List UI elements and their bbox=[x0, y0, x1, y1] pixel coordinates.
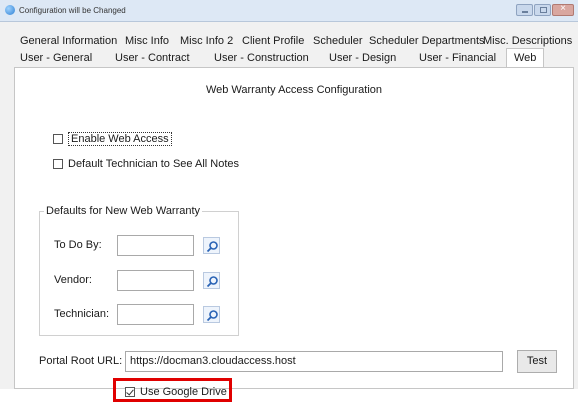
default-technician-box[interactable] bbox=[53, 159, 63, 169]
tab-row-1: General Information Misc Info Misc Info … bbox=[0, 33, 578, 50]
to-do-by-label: To Do By: bbox=[54, 239, 102, 251]
dialog-body: General Information Misc Info Misc Info … bbox=[0, 22, 578, 402]
defaults-group: Defaults for New Web Warranty To Do By: … bbox=[39, 205, 239, 336]
to-do-by-lookup-button[interactable] bbox=[203, 237, 220, 254]
maximize-button[interactable] bbox=[534, 4, 551, 16]
highlight-annotation bbox=[113, 378, 232, 402]
test-button[interactable]: Test bbox=[517, 350, 557, 373]
vendor-lookup-button[interactable] bbox=[203, 272, 220, 289]
window-controls: × bbox=[516, 3, 574, 16]
tab-scheduler-departments[interactable]: Scheduler Departments bbox=[369, 33, 485, 50]
web-tab-panel: Web Warranty Access Configuration Enable… bbox=[14, 67, 574, 402]
maximize-icon bbox=[540, 7, 547, 13]
magnifier-icon bbox=[206, 310, 218, 322]
magnifier-icon bbox=[206, 276, 218, 288]
tab-client-profile[interactable]: Client Profile bbox=[242, 33, 304, 50]
to-do-by-field[interactable] bbox=[117, 235, 194, 256]
enable-web-access-box[interactable] bbox=[53, 134, 63, 144]
technician-field[interactable] bbox=[117, 304, 194, 325]
magnifier-icon bbox=[206, 241, 218, 253]
portal-root-url-label: Portal Root URL: bbox=[39, 355, 123, 367]
app-icon bbox=[5, 5, 15, 15]
close-button[interactable]: × bbox=[552, 3, 574, 16]
tab-scheduler[interactable]: Scheduler bbox=[313, 33, 363, 50]
technician-lookup-button[interactable] bbox=[203, 306, 220, 323]
tab-web[interactable]: Web bbox=[506, 48, 545, 68]
tab-user-contract[interactable]: User - Contract bbox=[115, 50, 190, 67]
minimize-icon bbox=[522, 11, 528, 13]
vendor-field[interactable] bbox=[117, 270, 194, 291]
tab-misc-info-2[interactable]: Misc Info 2 bbox=[180, 33, 233, 50]
vendor-label: Vendor: bbox=[54, 274, 92, 286]
portal-root-url-field[interactable]: https://docman3.cloudaccess.host bbox=[125, 351, 503, 372]
title-bar: Configuration will be Changed × bbox=[0, 0, 578, 22]
tab-row-2: User - General User - Contract User - Co… bbox=[0, 48, 578, 68]
default-technician-label: Default Technician to See All Notes bbox=[68, 158, 240, 170]
tab-user-general[interactable]: User - General bbox=[20, 50, 92, 67]
panel-title: Web Warranty Access Configuration bbox=[205, 84, 383, 96]
tab-user-financial[interactable]: User - Financial bbox=[419, 50, 496, 67]
close-icon: × bbox=[560, 3, 566, 14]
enable-web-access-label: Enable Web Access bbox=[68, 132, 172, 146]
enable-web-access-checkbox[interactable]: Enable Web Access bbox=[53, 132, 172, 146]
tab-general-information[interactable]: General Information bbox=[20, 33, 117, 50]
technician-label: Technician: bbox=[54, 308, 110, 320]
default-technician-checkbox[interactable]: Default Technician to See All Notes bbox=[53, 158, 239, 170]
tab-misc-info[interactable]: Misc Info bbox=[125, 33, 169, 50]
tab-user-construction[interactable]: User - Construction bbox=[214, 50, 309, 67]
defaults-group-legend: Defaults for New Web Warranty bbox=[44, 205, 203, 217]
window-title: Configuration will be Changed bbox=[19, 6, 126, 15]
minimize-button[interactable] bbox=[516, 4, 533, 16]
tab-user-design[interactable]: User - Design bbox=[329, 50, 396, 67]
